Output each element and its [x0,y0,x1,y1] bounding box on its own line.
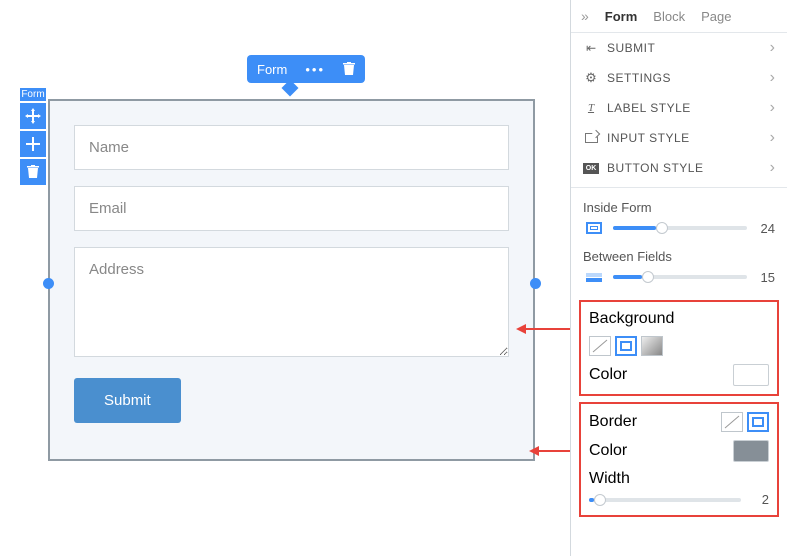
pill-delete-icon[interactable] [333,62,365,76]
name-input[interactable] [74,125,509,170]
gear-icon [583,70,599,86]
bg-solid-swatch[interactable] [615,336,637,356]
properties-panel: » Form Block Page SUBMIT › SETTINGS › LA… [570,0,787,556]
background-group: Background Color [579,300,779,396]
resize-handle-left[interactable] [43,278,54,289]
pill-more-icon[interactable]: ••• [297,62,333,77]
separator [571,187,787,188]
background-title: Background [589,310,674,328]
border-none-swatch[interactable] [721,412,743,432]
background-color-picker[interactable] [733,364,769,386]
tab-form[interactable]: Form [605,9,638,24]
tab-block[interactable]: Block [653,9,685,24]
submit-icon [583,41,599,55]
menu-submit[interactable]: SUBMIT › [571,33,787,63]
border-title: Border [589,413,637,431]
callout-arrow-border [529,444,576,458]
background-type-swatches [589,336,663,356]
border-width-label: Width [589,470,630,488]
border-width-value: 2 [749,492,769,507]
chevron-right-icon: › [770,69,775,87]
expand-icon[interactable]: » [581,8,589,24]
label-style-icon [583,102,599,114]
address-textarea[interactable] [74,247,509,357]
resize-handle-right[interactable] [530,278,541,289]
form-element[interactable]: Submit [48,99,535,461]
add-icon[interactable] [20,131,46,157]
between-fields-slider[interactable] [613,275,747,279]
submit-button[interactable]: Submit [74,378,181,423]
border-solid-swatch[interactable] [747,412,769,432]
chevron-right-icon: › [770,129,775,147]
chevron-right-icon: › [770,39,775,57]
input-style-icon [583,133,599,143]
inside-form-control: Inside Form 24 [571,196,787,245]
chevron-right-icon: › [770,159,775,177]
menu-settings[interactable]: SETTINGS › [571,63,787,93]
inside-form-slider[interactable] [613,226,747,230]
background-color-label: Color [589,366,627,384]
side-tab-label: Form [20,88,46,101]
panel-tabs: » Form Block Page [571,0,787,33]
button-style-icon: OK [583,163,599,174]
move-icon[interactable] [20,103,46,129]
border-color-label: Color [589,442,627,460]
chevron-right-icon: › [770,99,775,117]
element-pill: Form ••• [247,55,365,83]
bg-none-swatch[interactable] [589,336,611,356]
between-fields-icon [583,268,605,286]
inside-form-value: 24 [755,221,775,236]
delete-icon[interactable] [20,159,46,185]
between-fields-value: 15 [755,270,775,285]
pill-label: Form [247,62,297,77]
between-fields-label: Between Fields [583,249,775,264]
border-group: Border Color Width 2 [579,402,779,517]
inside-form-icon [583,219,605,237]
menu-button-style[interactable]: OK BUTTON STYLE › [571,153,787,183]
border-color-picker[interactable] [733,440,769,462]
menu-label-style[interactable]: LABEL STYLE › [571,93,787,123]
between-fields-control: Between Fields 15 [571,245,787,294]
tab-page[interactable]: Page [701,9,731,24]
inside-form-label: Inside Form [583,200,775,215]
editor-canvas: Form ••• Form Submit [0,0,570,556]
menu-input-style[interactable]: INPUT STYLE › [571,123,787,153]
border-width-slider[interactable] [589,498,741,502]
border-type-swatches [721,412,769,432]
email-input[interactable] [74,186,509,231]
bg-gradient-swatch[interactable] [641,336,663,356]
side-toolbar: Form [20,88,46,185]
